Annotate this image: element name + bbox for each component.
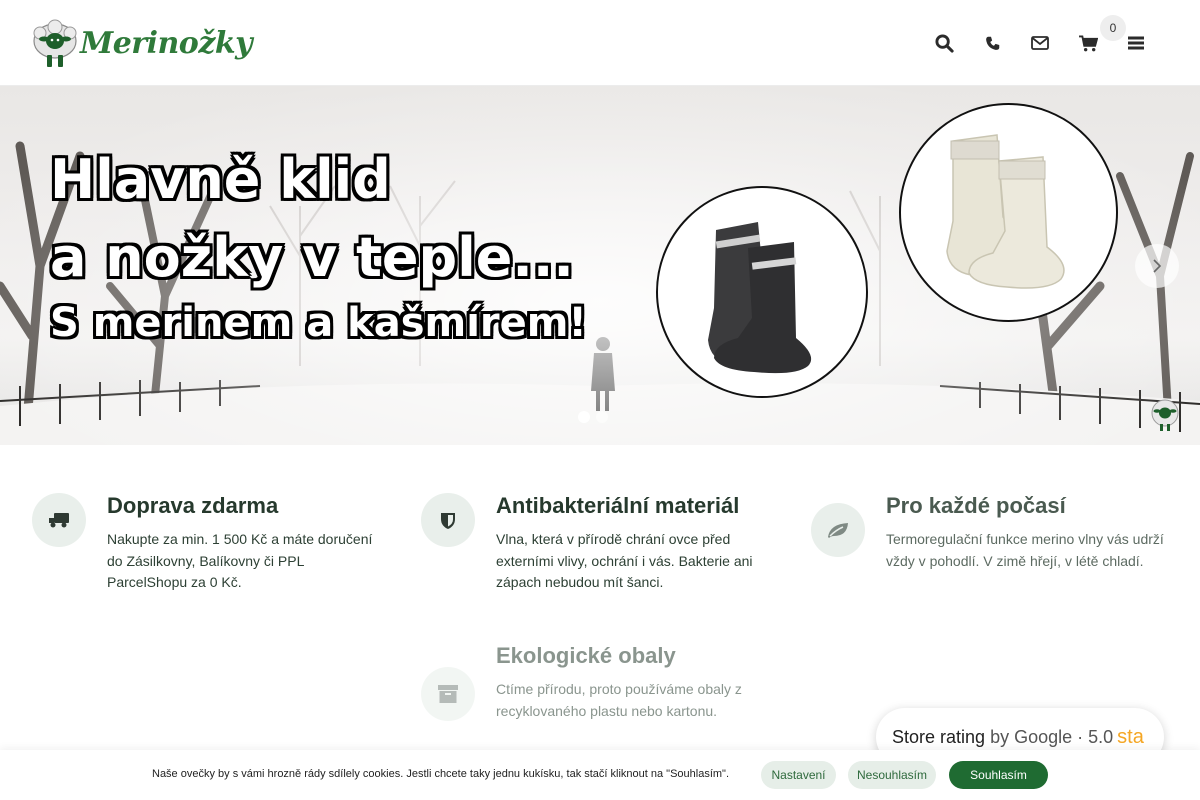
dark-sock-image[interactable]: [656, 186, 868, 398]
menu-icon: [1128, 36, 1144, 50]
cookie-consent-bar: Naše ovečky by s vámi hrozně rády sdílel…: [0, 750, 1200, 800]
cream-sock-image[interactable]: [899, 103, 1118, 322]
feature-icon-circle: [32, 493, 86, 547]
feature-icon-circle: [811, 503, 865, 557]
feature-description: Ctíme přírodu, proto používáme obaly z r…: [496, 681, 742, 719]
cookie-decline-button[interactable]: Nesouhlasím: [848, 761, 936, 789]
phone-icon: [985, 36, 999, 50]
site-header: Merinožky 0: [0, 0, 1200, 86]
search-button[interactable]: [920, 28, 968, 58]
search-icon: [934, 33, 954, 53]
cart-button[interactable]: 0: [1064, 15, 1126, 58]
chevron-right-icon: [1153, 259, 1162, 273]
feature-description: Nakupte za min. 1 500 Kč a máte doručení…: [107, 531, 373, 590]
shield-icon: [441, 512, 455, 529]
slider-dots: [578, 411, 608, 423]
rating-stars: sta: [1117, 725, 1144, 748]
slider-dot-2[interactable]: [596, 411, 608, 423]
feature-icon-circle: [421, 667, 475, 721]
slider-dot-1[interactable]: [578, 411, 590, 423]
email-button[interactable]: [1016, 28, 1064, 58]
header-nav: 0: [920, 15, 1160, 58]
hero-headline-2: a nožky v teple...: [50, 226, 574, 289]
feature-title: Ekologické obaly: [496, 643, 676, 668]
cookie-message: Naše ovečky by s vámi hrozně rády sdílel…: [152, 768, 730, 780]
cookie-settings-button[interactable]: Nastavení: [761, 761, 836, 789]
logo-text: Merinožky: [80, 25, 253, 61]
truck-icon: [49, 513, 69, 528]
rating-score: 5.0: [1088, 726, 1114, 747]
menu-button[interactable]: [1112, 28, 1160, 58]
hero-headline-1: Hlavně klid: [50, 148, 391, 211]
feature-description: Termoregulační funkce merino vlny vás ud…: [886, 531, 1164, 569]
sheep-mascot-icon[interactable]: [1148, 398, 1182, 432]
leaf-icon: [828, 523, 848, 538]
hero-banner[interactable]: Hlavně klid a nožky v teple... S merinem…: [0, 86, 1200, 445]
rating-separator: ·: [1077, 726, 1084, 747]
feature-title: Pro každé počasí: [886, 493, 1066, 518]
rating-source: by Google: [990, 726, 1073, 747]
hero-headline-3: S merinem a kašmírem!: [50, 300, 587, 346]
cart-icon: [1078, 34, 1098, 51]
feature-title: Antibakteriální materiál: [496, 493, 740, 518]
feature-description: Vlna, která v přírodě chrání ovce před e…: [496, 531, 753, 590]
envelope-icon: [1031, 36, 1049, 50]
feature-title: Doprava zdarma: [107, 493, 279, 518]
site-logo[interactable]: Merinožky: [32, 17, 253, 69]
cookie-accept-button[interactable]: Souhlasím: [949, 761, 1048, 789]
rating-label: Store rating: [892, 726, 986, 747]
dark-sock-icon: [708, 222, 812, 374]
archive-box-icon: [438, 685, 458, 703]
slider-next-button[interactable]: [1135, 244, 1179, 288]
cream-sock-icon: [946, 134, 1065, 289]
phone-button[interactable]: [968, 28, 1016, 58]
sheep-logo-icon: [33, 19, 77, 67]
feature-icon-circle: [421, 493, 475, 547]
